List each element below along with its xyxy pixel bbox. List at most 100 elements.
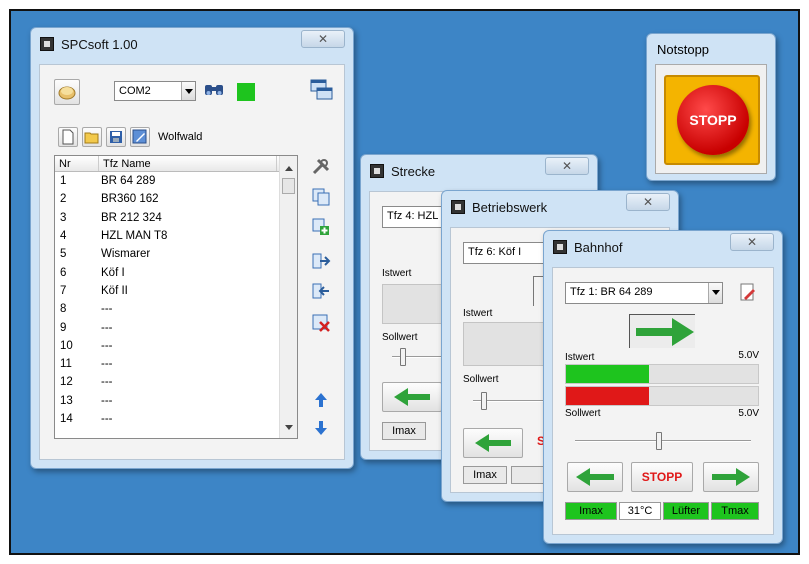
tools-icon bbox=[312, 158, 330, 175]
column-header-nr[interactable]: Nr bbox=[55, 156, 99, 171]
add-vehicle-button[interactable] bbox=[310, 217, 332, 239]
spcsoft-titlebar[interactable]: SPCsoft 1.00 ✕ bbox=[31, 28, 353, 58]
edit-document-icon bbox=[740, 283, 755, 301]
list-item[interactable]: 13 --- bbox=[55, 392, 297, 410]
imax-indicator: Imax bbox=[565, 502, 617, 520]
close-button[interactable]: ✕ bbox=[730, 233, 774, 251]
vehicle-number: 10 bbox=[60, 339, 73, 352]
close-button[interactable]: ✕ bbox=[626, 193, 670, 211]
vehicle-select-value: Tfz 6: Köf I bbox=[468, 246, 522, 258]
scroll-down-icon[interactable] bbox=[285, 425, 293, 434]
vehicle-list[interactable]: Nr Tfz Name 1 BR 64 289 2 BR360 162 3 BR 212 … bbox=[54, 155, 298, 439]
arrow-left-icon bbox=[475, 434, 511, 452]
list-scrollbar[interactable] bbox=[279, 156, 297, 438]
vehicle-name: --- bbox=[101, 358, 113, 371]
port-select-value: COM2 bbox=[119, 85, 151, 97]
reverse-button[interactable] bbox=[382, 382, 442, 412]
betriebswerk-titlebar[interactable]: Betriebswerk ✕ bbox=[442, 191, 678, 221]
list-item[interactable]: 14 --- bbox=[55, 410, 297, 428]
strecke-titlebar[interactable]: Strecke ✕ bbox=[361, 155, 597, 185]
plug-icon bbox=[58, 86, 76, 100]
window-title: Bahnhof bbox=[574, 240, 623, 255]
list-item[interactable]: 4 HZL MAN T8 bbox=[55, 227, 297, 245]
connect-button[interactable] bbox=[54, 79, 80, 105]
imax-indicator: Imax bbox=[382, 422, 426, 440]
edit-layout-button[interactable] bbox=[130, 127, 150, 147]
list-item[interactable]: 11 --- bbox=[55, 355, 297, 373]
arrow-left-icon bbox=[394, 388, 430, 406]
stop-button[interactable]: STOPP bbox=[631, 462, 693, 492]
sollwert-label: Sollwert bbox=[382, 332, 418, 343]
list-item[interactable]: 12 --- bbox=[55, 373, 297, 391]
import-vehicle-button[interactable] bbox=[310, 251, 332, 273]
vehicle-name: --- bbox=[101, 376, 113, 389]
imax-indicator: Imax bbox=[463, 466, 507, 484]
delete-vehicle-button[interactable] bbox=[310, 313, 332, 335]
scroll-up-icon[interactable] bbox=[285, 162, 293, 171]
emergency-stop-button[interactable]: STOPP bbox=[664, 75, 760, 165]
istwert-bar-fill bbox=[566, 365, 649, 383]
open-file-button[interactable] bbox=[82, 127, 102, 147]
close-button[interactable]: ✕ bbox=[545, 157, 589, 175]
speed-slider-thumb[interactable] bbox=[400, 348, 406, 366]
vehicle-name: --- bbox=[101, 413, 113, 425]
save-file-button[interactable] bbox=[106, 127, 126, 147]
reverse-button[interactable] bbox=[463, 428, 523, 458]
sollwert-label: Sollwert bbox=[463, 374, 499, 385]
speed-slider-track[interactable] bbox=[575, 440, 751, 442]
bahnhof-titlebar[interactable]: Bahnhof ✕ bbox=[544, 231, 782, 261]
column-header-name[interactable]: Tfz Name bbox=[99, 156, 277, 171]
sollwert-label: Sollwert bbox=[565, 408, 601, 419]
vehicle-select[interactable]: Tfz 1: BR 64 289 bbox=[565, 282, 723, 304]
app-icon bbox=[553, 240, 567, 254]
window-title: Betriebswerk bbox=[472, 200, 548, 215]
list-item[interactable]: 2 BR360 162 bbox=[55, 190, 297, 208]
list-item[interactable]: 6 Köf I bbox=[55, 263, 297, 281]
reverse-button[interactable] bbox=[567, 462, 623, 492]
vehicle-rows: 1 BR 64 289 2 BR360 162 3 BR 212 324 4 HZL MAN … bbox=[55, 172, 297, 428]
scroll-thumb[interactable] bbox=[282, 178, 295, 194]
chevron-down-icon bbox=[708, 283, 722, 303]
vehicle-select-value: Tfz 4: HZL bbox=[387, 210, 439, 222]
list-item[interactable]: 10 --- bbox=[55, 337, 297, 355]
list-item[interactable]: 8 --- bbox=[55, 300, 297, 318]
window-title: Notstopp bbox=[657, 42, 710, 57]
floppy-disk-icon bbox=[110, 131, 122, 143]
bahnhof-client: Tfz 1: BR 64 289 Istwert 5.0V Sollwert 5… bbox=[552, 267, 774, 535]
layout-name-label: Wolfwald bbox=[158, 131, 203, 143]
export-vehicle-button[interactable] bbox=[310, 281, 332, 303]
fan-indicator: Lüfter bbox=[663, 502, 709, 520]
edit-image-icon bbox=[132, 129, 147, 144]
close-button[interactable]: ✕ bbox=[301, 30, 345, 48]
stop-button-circle: STOPP bbox=[677, 85, 749, 155]
sollwert-bar-fill bbox=[566, 387, 649, 405]
search-port-button[interactable] bbox=[202, 79, 226, 103]
speed-slider-thumb[interactable] bbox=[656, 432, 663, 450]
vehicle-number: 1 bbox=[60, 175, 67, 188]
vehicle-number: 11 bbox=[60, 358, 72, 371]
move-up-button[interactable] bbox=[310, 391, 332, 413]
sollwert-bar bbox=[565, 386, 759, 406]
vehicle-properties-button[interactable] bbox=[737, 282, 759, 304]
vehicle-number: 8 bbox=[60, 303, 67, 316]
copy-vehicle-button[interactable] bbox=[310, 187, 332, 209]
list-item[interactable]: 9 --- bbox=[55, 318, 297, 336]
vehicle-number: 12 bbox=[60, 376, 73, 389]
move-down-button[interactable] bbox=[310, 419, 332, 441]
istwert-label: Istwert bbox=[463, 308, 493, 319]
window-layout-button[interactable] bbox=[308, 77, 336, 105]
new-file-button[interactable] bbox=[58, 127, 78, 147]
connection-status-indicator bbox=[237, 83, 255, 101]
vehicle-list-header: Nr Tfz Name bbox=[55, 156, 297, 172]
vehicle-name: Wismarer bbox=[101, 248, 151, 261]
settings-tool-button[interactable] bbox=[310, 157, 332, 179]
list-item[interactable]: 3 BR 212 324 bbox=[55, 209, 297, 227]
list-item[interactable]: 1 BR 64 289 bbox=[55, 172, 297, 191]
port-select[interactable]: COM2 bbox=[114, 81, 196, 101]
speed-slider-thumb[interactable] bbox=[481, 392, 487, 410]
list-item[interactable]: 5 Wismarer bbox=[55, 245, 297, 263]
forward-button[interactable] bbox=[703, 462, 759, 492]
arrow-left-icon bbox=[576, 468, 614, 486]
app-icon bbox=[40, 37, 54, 51]
list-item[interactable]: 7 Köf II bbox=[55, 282, 297, 300]
